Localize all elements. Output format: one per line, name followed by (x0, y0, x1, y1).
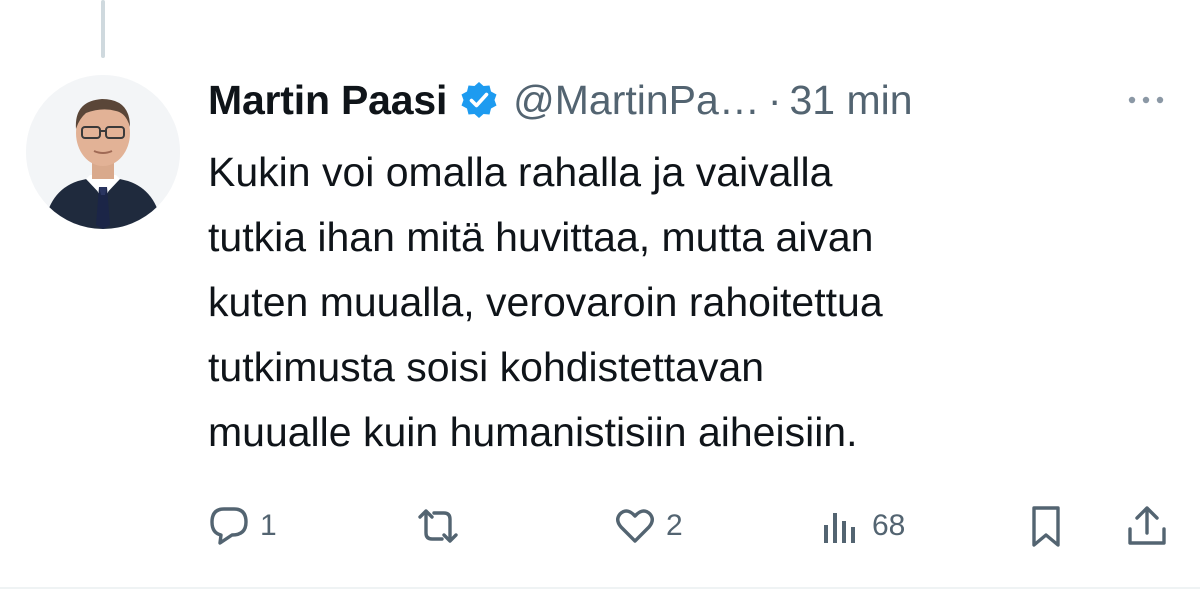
bookmark-icon (1032, 506, 1060, 547)
repost-button[interactable] (412, 500, 472, 552)
views-icon (824, 513, 855, 543)
thread-connector-line (101, 0, 105, 58)
tweet-text: Kukin voi omalla rahalla ja vaivalla tut… (208, 140, 1168, 465)
header-separator: · (767, 76, 782, 123)
tweet-text-line: Kukin voi omalla rahalla ja vaivalla (208, 149, 833, 195)
verified-badge-icon[interactable] (459, 80, 499, 120)
tweet-timestamp[interactable]: 31 min (789, 77, 912, 124)
reply-count: 1 (260, 509, 277, 542)
like-button[interactable]: 2 (612, 500, 683, 552)
bookmark-button[interactable] (1026, 500, 1066, 552)
avatar[interactable] (26, 75, 180, 229)
tweet-text-line: tutkimusta soisi kohdistettavan (208, 344, 765, 390)
tweet-action-bar: 1 2 68 (0, 500, 1200, 552)
share-icon (1128, 506, 1166, 545)
ellipsis-icon (1128, 96, 1164, 104)
views-count: 68 (872, 509, 906, 542)
heart-icon (616, 509, 654, 543)
previous-tweet-icon-fragment (1024, 0, 1068, 4)
tweet-text-line: muualle kuin humanistisiin aiheisiin. (208, 409, 858, 455)
more-options-button[interactable] (1118, 84, 1174, 116)
author-display-name[interactable]: Martin Paasi (208, 77, 447, 124)
like-count: 2 (666, 509, 683, 542)
tweet-divider (0, 587, 1200, 589)
person-portrait-icon (26, 75, 180, 229)
share-button[interactable] (1124, 500, 1170, 552)
tweet-header: Martin Paasi @MartinPa… · 31 min (208, 70, 913, 130)
tweet-text-line: kuten muualla, verovaroin rahoitettua (208, 279, 883, 325)
reply-button[interactable]: 1 (206, 500, 277, 552)
author-handle[interactable]: @MartinPa… (513, 77, 760, 124)
reply-icon (210, 507, 248, 545)
views-button[interactable]: 68 (818, 500, 905, 552)
tweet-text-line: tutkia ihan mitä huvittaa, mutta aivan (208, 214, 874, 260)
repost-icon (418, 509, 458, 543)
